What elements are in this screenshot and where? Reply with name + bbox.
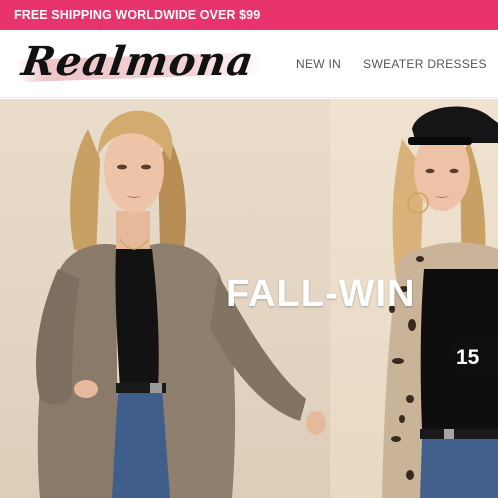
site-header: Realmona NEW IN SWEATER DRESSES W bbox=[0, 30, 498, 98]
nav-item-new-in[interactable]: NEW IN bbox=[296, 57, 341, 71]
hero-banner[interactable]: FALL-WIN 15 bbox=[0, 99, 498, 498]
nav-item-sweater-dresses[interactable]: SWEATER DRESSES bbox=[363, 57, 487, 71]
announcement-text: FREE SHIPPING WORLDWIDE OVER $99 bbox=[14, 8, 261, 22]
hero-headline: FALL-WIN bbox=[226, 273, 416, 315]
main-nav: NEW IN SWEATER DRESSES W bbox=[296, 30, 498, 97]
brand-logo[interactable]: Realmona bbox=[15, 38, 266, 88]
announcement-bar: FREE SHIPPING WORLDWIDE OVER $99 bbox=[0, 0, 498, 30]
price-badge-text: 15 bbox=[456, 346, 480, 369]
logo-text: Realmona bbox=[18, 38, 258, 85]
